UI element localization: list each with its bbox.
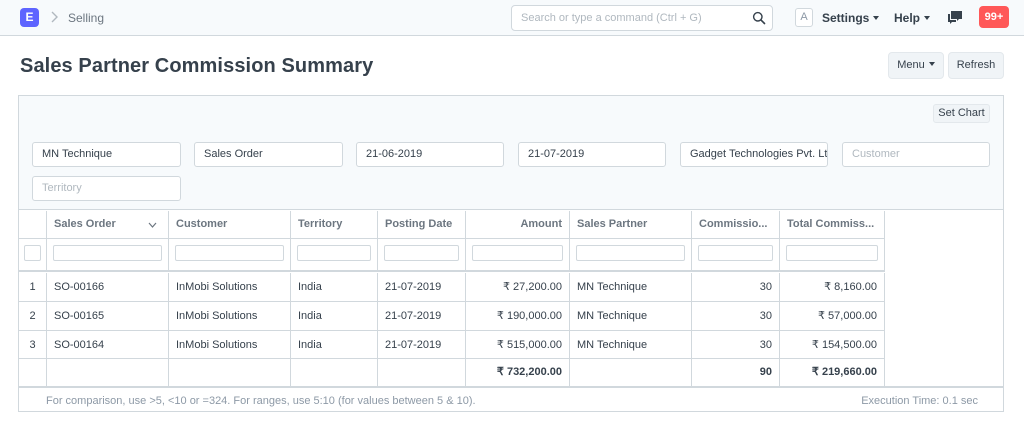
column-header-total-commission[interactable]: Total Commiss... (780, 211, 885, 238)
territory-filter-input[interactable] (297, 245, 371, 261)
column-header-amount[interactable]: Amount (466, 211, 570, 238)
column-header-territory[interactable]: Territory (291, 211, 378, 238)
total-commission-cell[interactable]: ₹ 57,000.00 (780, 302, 885, 330)
sales-partner-filter-input[interactable] (576, 245, 685, 261)
row-index-header (19, 211, 47, 238)
customer-cell[interactable]: InMobi Solutions (169, 273, 291, 301)
commission-rate-cell[interactable]: 30 (692, 273, 780, 301)
table-row[interactable]: 2 SO-00165 InMobi Solutions India 21-07-… (19, 302, 885, 331)
amount-cell[interactable]: ₹ 515,000.00 (466, 331, 570, 358)
filter-hint: For comparison, use >5, <10 or =324. For… (46, 395, 476, 407)
search-input[interactable] (521, 11, 751, 25)
menu-label: Menu (897, 59, 925, 71)
settings-label: Settings (822, 11, 870, 25)
search-box[interactable] (511, 5, 773, 31)
execution-time: Execution Time: 0.1 sec (861, 395, 978, 407)
to-date-filter[interactable]: 21-07-2019 (518, 142, 666, 167)
row-index: 2 (19, 302, 47, 330)
chevron-down-icon[interactable] (148, 222, 157, 228)
posting-date-cell[interactable]: 21-07-2019 (378, 302, 466, 330)
column-header-commission-rate[interactable]: Commissio... (692, 211, 780, 238)
customer-filter-input[interactable] (175, 245, 284, 261)
help-label: Help (894, 11, 921, 25)
refresh-button[interactable]: Refresh (948, 52, 1004, 79)
territory-filter[interactable]: Territory (32, 176, 181, 201)
notification-badge[interactable]: 99+ (979, 6, 1009, 28)
from-date-filter[interactable]: 21-06-2019 (356, 142, 504, 167)
total-amount: ₹ 732,200.00 (466, 359, 570, 386)
column-header-customer[interactable]: Customer (169, 211, 291, 238)
caret-down-icon (928, 62, 935, 66)
customer-filter[interactable]: Customer (842, 142, 990, 167)
app-logo[interactable]: E (20, 8, 39, 27)
total-commission-cell[interactable]: ₹ 8,160.00 (780, 273, 885, 301)
help-menu[interactable]: Help (894, 11, 931, 25)
sales-order-cell[interactable]: SO-00166 (47, 273, 169, 301)
total-commission: ₹ 219,660.00 (780, 359, 885, 386)
table-row[interactable]: 3 SO-00164 InMobi Solutions India 21-07-… (19, 331, 885, 359)
total-rate: 90 (692, 359, 780, 386)
caret-down-icon (924, 16, 931, 20)
settings-menu[interactable]: Settings (822, 11, 880, 25)
commission-rate-filter-input[interactable] (698, 245, 773, 261)
table-row[interactable]: 1 SO-00166 InMobi Solutions India 21-07-… (19, 273, 885, 302)
column-label: Sales Order (54, 218, 116, 230)
total-commission-filter-input[interactable] (786, 245, 878, 261)
page-title: Sales Partner Commission Summary (20, 55, 374, 77)
set-chart-button[interactable]: Set Chart (933, 104, 990, 123)
amount-cell[interactable]: ₹ 27,200.00 (466, 273, 570, 301)
caret-down-icon (873, 16, 880, 20)
customer-cell[interactable]: InMobi Solutions (169, 302, 291, 330)
sales-order-cell[interactable]: SO-00164 (47, 331, 169, 358)
sales-partner-cell[interactable]: MN Technique (570, 302, 692, 330)
column-header-sales-partner[interactable]: Sales Partner (570, 211, 692, 238)
column-header-sales-order[interactable]: Sales Order (47, 211, 169, 238)
territory-cell[interactable]: India (291, 331, 378, 358)
sales-partner-cell[interactable]: MN Technique (570, 331, 692, 358)
search-icon[interactable] (752, 11, 766, 25)
posting-date-filter-input[interactable] (384, 245, 459, 261)
row-index: 1 (19, 273, 47, 301)
sales-partner-filter[interactable]: MN Technique (32, 142, 181, 167)
total-commission-cell[interactable]: ₹ 154,500.00 (780, 331, 885, 358)
posting-date-cell[interactable]: 21-07-2019 (378, 331, 466, 358)
commission-rate-cell[interactable]: 30 (692, 331, 780, 358)
table-header-row: Sales Order Customer Territory Posting D… (19, 211, 885, 239)
company-filter[interactable]: Gadget Technologies Pvt. Ltd. (680, 142, 828, 167)
sales-order-filter-input[interactable] (53, 245, 162, 261)
amount-filter-input[interactable] (472, 245, 563, 261)
chevron-right-icon (51, 11, 58, 23)
sales-order-cell[interactable]: SO-00165 (47, 302, 169, 330)
menu-button[interactable]: Menu (888, 52, 944, 79)
posting-date-cell[interactable]: 21-07-2019 (378, 273, 466, 301)
select-all-checkbox[interactable] (24, 245, 41, 261)
breadcrumb-selling[interactable]: Selling (68, 11, 104, 25)
customer-cell[interactable]: InMobi Solutions (169, 331, 291, 358)
territory-cell[interactable]: India (291, 273, 378, 301)
sales-partner-cell[interactable]: MN Technique (570, 273, 692, 301)
avatar[interactable]: A (795, 8, 813, 27)
totals-row: ₹ 732,200.00 90 ₹ 219,660.00 (19, 359, 885, 386)
chat-icon[interactable] (947, 10, 963, 25)
commission-rate-cell[interactable]: 30 (692, 302, 780, 330)
territory-cell[interactable]: India (291, 302, 378, 330)
navbar: E Selling A Settings Help 99+ (0, 0, 1024, 36)
divider (19, 386, 1003, 388)
doctype-filter[interactable]: Sales Order (194, 142, 343, 167)
column-header-posting-date[interactable]: Posting Date (378, 211, 466, 238)
column-filter-row (19, 239, 885, 272)
row-index: 3 (19, 331, 47, 358)
amount-cell[interactable]: ₹ 190,000.00 (466, 302, 570, 330)
